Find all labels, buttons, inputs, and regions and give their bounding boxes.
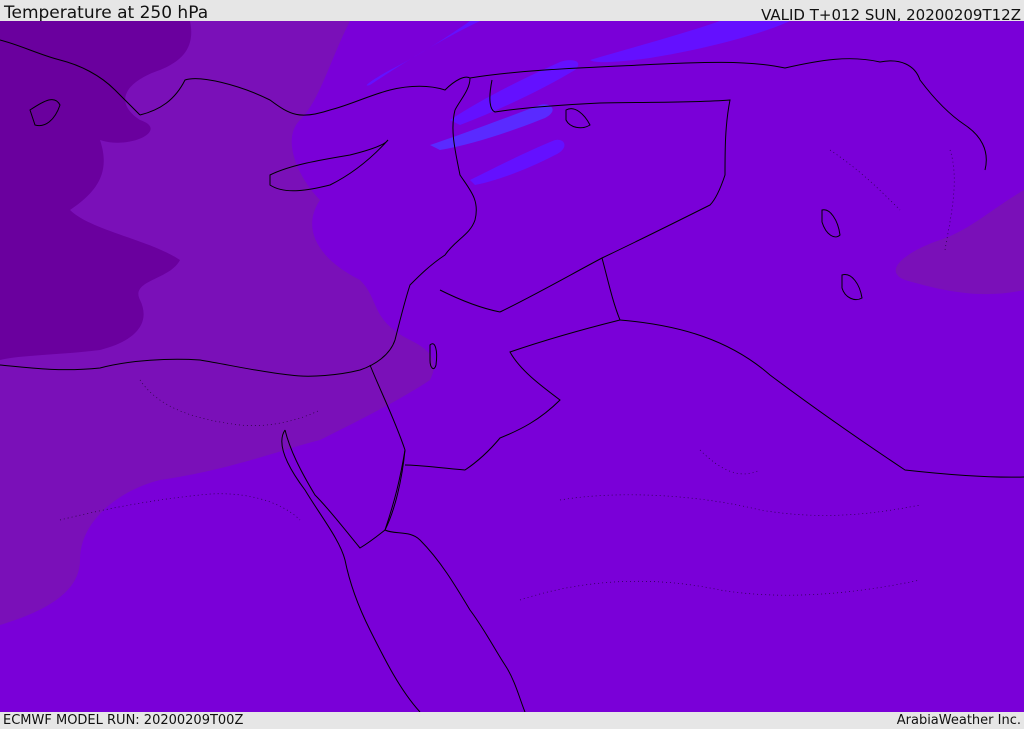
map-title: Temperature at 250 hPa (4, 3, 209, 23)
header-bar: Temperature at 250 hPa VALID T+012 SUN, … (0, 0, 1024, 24)
map-canvas (0, 21, 1024, 712)
model-run-label: ECMWF MODEL RUN: 20200209T00Z (3, 713, 244, 728)
footer-bar: ECMWF MODEL RUN: 20200209T00Z ArabiaWeat… (0, 712, 1024, 729)
weather-map[interactable] (0, 21, 1024, 712)
credit-label: ArabiaWeather Inc. (896, 713, 1021, 728)
